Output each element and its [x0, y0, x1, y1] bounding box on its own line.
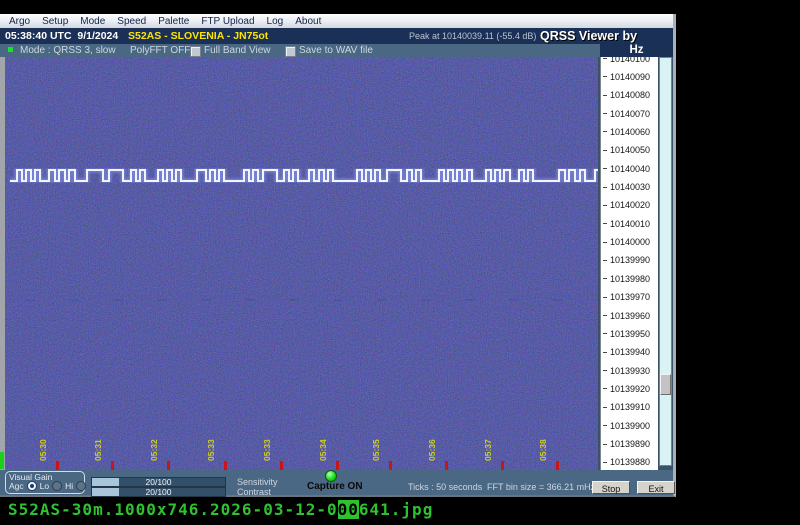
capture-filename: S52AS-30m.1000x746.2026-03-12-000641.jpg [8, 500, 433, 519]
menu-item-ftp-upload[interactable]: FTP Upload [201, 16, 254, 27]
hi-label: Hi [65, 481, 73, 491]
menu-item-palette[interactable]: Palette [158, 16, 189, 27]
freq-label: 10139990 [603, 255, 650, 266]
visual-gain-options: Agc Lo Hi [9, 481, 86, 491]
time-label: 05:30 [38, 429, 48, 461]
time-label: 05:33 [206, 429, 216, 461]
time-label: 05:31 [93, 429, 103, 461]
time-label: 05:33 [262, 429, 272, 461]
control-bar: Visual Gain Agc Lo Hi 20/100 20/100 Sens… [0, 470, 673, 495]
freq-label: 10139960 [603, 310, 650, 321]
time-label: 05:34 [318, 429, 328, 461]
freq-label: 10139930 [603, 365, 650, 376]
polyfft-status: PolyFFT OFF [130, 45, 190, 56]
screen: { "window": { "title": "QRSS Viewer by I… [0, 0, 800, 525]
contrast-slider[interactable]: 20/100 [91, 487, 226, 497]
freq-label: 10140050 [603, 145, 650, 156]
time-tick-mark [501, 461, 504, 470]
status-bar: 05:38:40 UTC 9/1/2024 S52AS - SLOVENIA -… [0, 28, 673, 44]
menu-bar: Argo Setup Mode Speed Palette FTP Upload Log Ab… [0, 14, 673, 28]
freq-label: 10140090 [603, 71, 650, 82]
clock-date: 05:38:40 UTC 9/1/2024 [5, 30, 118, 42]
agc-label: Agc [9, 481, 24, 491]
menu-item-log[interactable]: Log [267, 16, 284, 27]
time-tick-mark [389, 461, 392, 470]
ticks-info: Ticks : 50 seconds [408, 482, 482, 492]
menu-item-mode[interactable]: Mode [80, 16, 105, 27]
freq-label: 10140030 [603, 182, 650, 193]
full-band-view-label: Full Band View [204, 45, 271, 56]
waterfall-noise [5, 57, 598, 470]
time-label: 05:36 [427, 429, 437, 461]
time-tick-mark [56, 461, 59, 470]
freq-label: 10140070 [603, 108, 650, 119]
mode-indicator-led [8, 47, 13, 52]
freq-label: 10140060 [603, 126, 650, 137]
freq-label: 10139900 [603, 420, 650, 431]
frequency-scale: 10140100 10140090 10140080 10140070 10140060… [600, 57, 658, 470]
freq-label: 10139970 [603, 292, 650, 303]
freq-label: 10139950 [603, 328, 650, 339]
waterfall-svg [5, 57, 598, 470]
freq-label: 10139880 [603, 457, 650, 468]
freq-label: 10140010 [603, 218, 650, 229]
time-tick-mark [445, 461, 448, 470]
time-tick-mark [556, 461, 559, 470]
exit-button[interactable]: Exit [637, 481, 675, 494]
stop-button[interactable]: Stop [592, 481, 630, 494]
time-label: 05:37 [483, 429, 493, 461]
freq-label: 10140000 [603, 237, 650, 248]
menu-item-argo[interactable]: Argo [9, 16, 30, 27]
fft-bin-info: FFT bin size = 366.21 mHz [487, 482, 595, 492]
frequency-scrollbar[interactable] [659, 57, 672, 466]
save-wav-label: Save to WAV file [299, 45, 373, 56]
freq-label: 10140100 [603, 57, 650, 64]
capture-filename-bar: S52AS-30m.1000x746.2026-03-12-000641.jpg [0, 498, 800, 520]
time-tick-mark [111, 461, 114, 470]
freq-label: 10139920 [603, 383, 650, 394]
contrast-label: Contrast [237, 487, 271, 497]
lo-label: Lo [40, 481, 49, 491]
time-tick-mark [224, 461, 227, 470]
capture-status: Capture ON [307, 481, 363, 492]
main-area: 05:30 05:31 05:32 05:33 05:33 05:34 05:35 05:36… [0, 57, 673, 470]
sensitivity-label: Sensitivity [237, 477, 278, 487]
argo-app-window: Argo Setup Mode Speed Palette FTP Upload Log Ab… [0, 14, 676, 497]
lo-radio[interactable] [52, 481, 62, 491]
agc-radio[interactable] [27, 481, 37, 491]
time-tick-mark [280, 461, 283, 470]
save-wav-checkbox[interactable] [285, 46, 296, 57]
scrollbar-thumb[interactable] [660, 374, 671, 395]
hi-radio[interactable] [76, 481, 86, 491]
freq-label: 10139940 [603, 347, 650, 358]
time-label: 05:32 [149, 429, 159, 461]
menu-item-speed[interactable]: Speed [117, 16, 146, 27]
mode-bar: Mode : QRSS 3, slow PolyFFT OFF Full Ban… [0, 44, 673, 57]
freq-label: 10139910 [603, 402, 650, 413]
time-tick-mark [336, 461, 339, 470]
time-tick-mark [167, 461, 170, 470]
freq-label: 10140080 [603, 90, 650, 101]
peak-readout: Peak at 10140039.11 (-55.4 dB) [409, 31, 536, 41]
buffer-progress [0, 452, 4, 469]
menu-item-setup[interactable]: Setup [42, 16, 68, 27]
frequency-unit-header: Hz [600, 44, 673, 57]
contrast-value: 20/100 [92, 487, 225, 497]
freq-label: 10139980 [603, 273, 650, 284]
waterfall: 05:30 05:31 05:32 05:33 05:33 05:34 05:35 05:36… [5, 57, 598, 470]
freq-label: 10140040 [603, 163, 650, 174]
freq-label: 10139890 [603, 439, 650, 450]
time-label: 05:38 [538, 429, 548, 461]
callsign-locator: S52AS - SLOVENIA - JN75ot [128, 30, 268, 42]
time-label: 05:35 [371, 429, 381, 461]
mode-readout: Mode : QRSS 3, slow [20, 45, 116, 56]
sensitivity-slider[interactable]: 20/100 [91, 477, 226, 487]
freq-label: 10140020 [603, 200, 650, 211]
full-band-view-checkbox[interactable] [190, 46, 201, 57]
sensitivity-value: 20/100 [92, 477, 225, 487]
menu-item-about[interactable]: About [295, 16, 321, 27]
